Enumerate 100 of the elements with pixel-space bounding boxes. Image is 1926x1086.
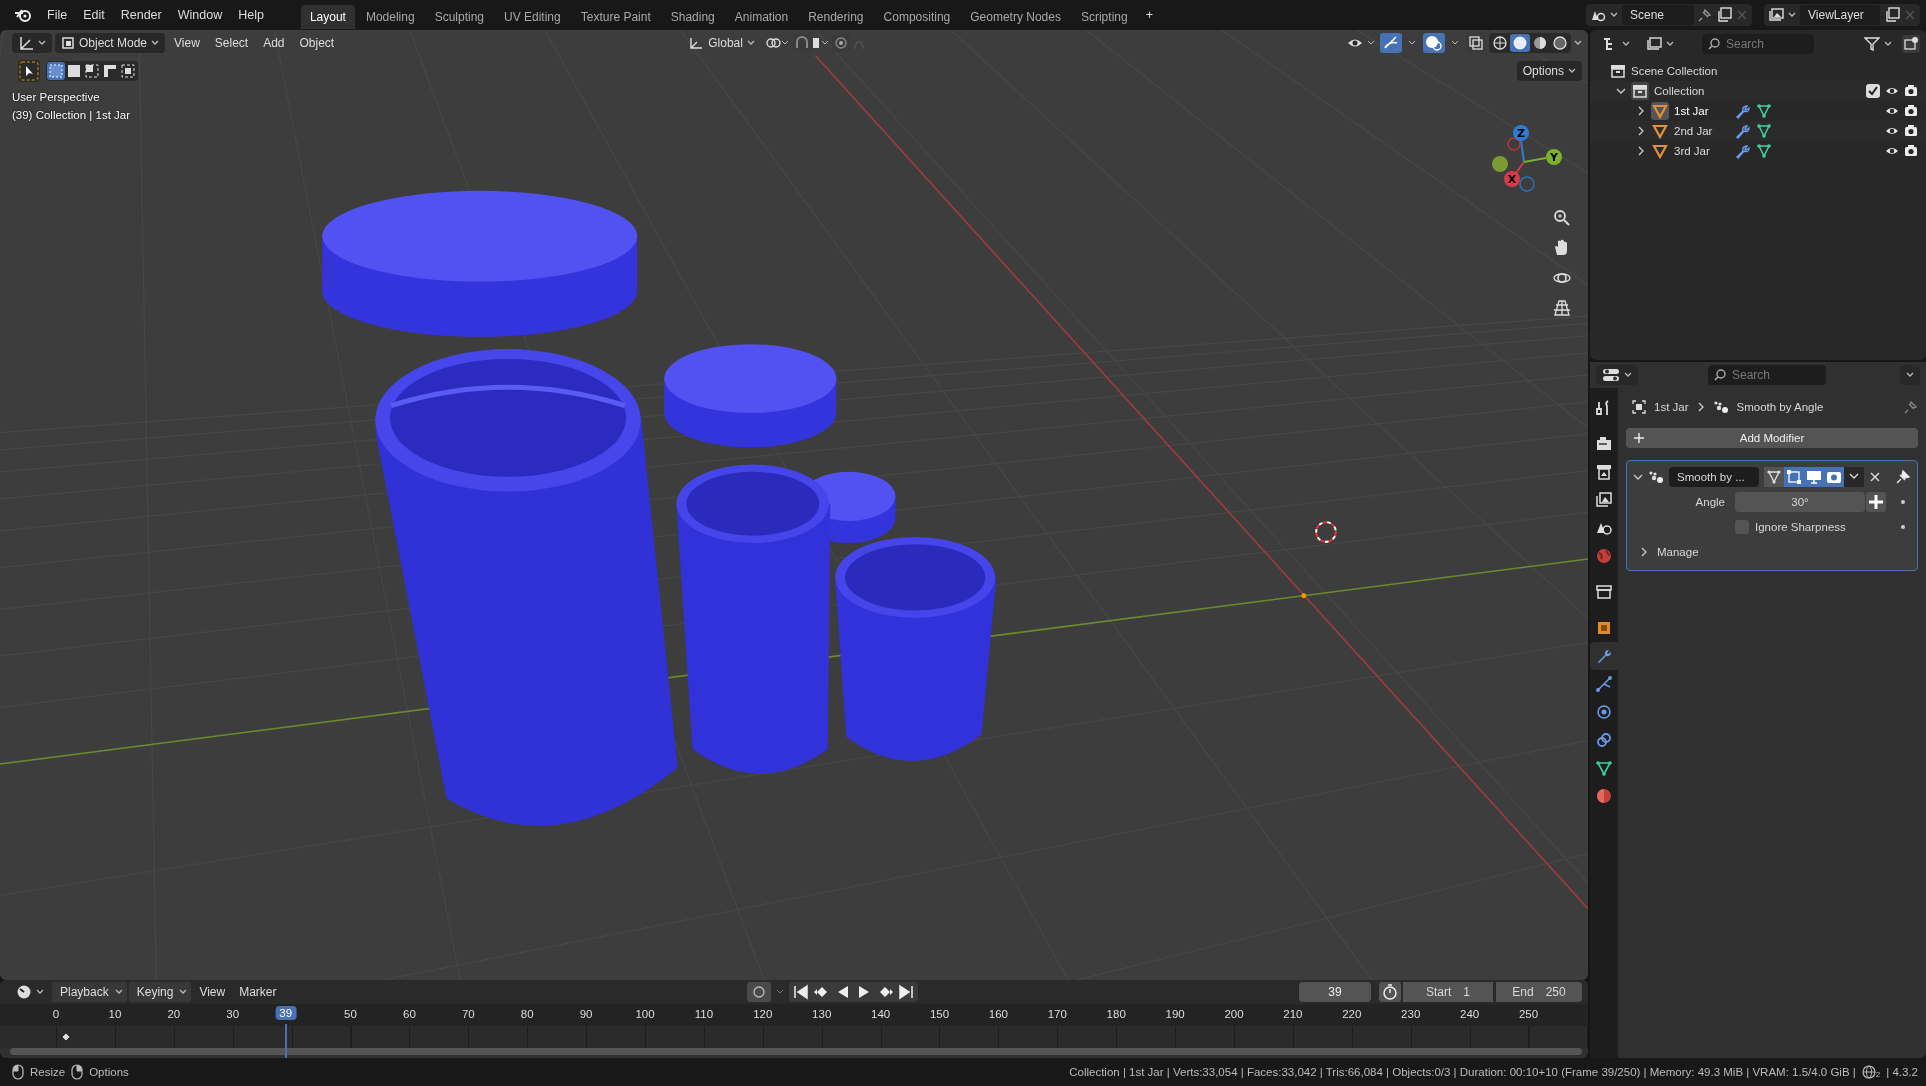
caret-icon[interactable] — [1849, 473, 1859, 481]
sphere-icon[interactable] — [1595, 787, 1613, 805]
caret-icon[interactable] — [1624, 372, 1632, 378]
mode-dropdown[interactable]: Object Mode — [55, 33, 165, 53]
object-type-icon[interactable] — [1651, 102, 1669, 120]
camera-icon[interactable] — [1904, 104, 1918, 118]
gizmo-axis-line[interactable] — [1520, 140, 1525, 163]
menu-item[interactable]: Help — [231, 5, 271, 25]
workspace-tab[interactable]: Texture Paint — [571, 5, 660, 29]
object-label[interactable]: 3rd Jar — [1674, 145, 1730, 157]
orientation-dropdown[interactable]: Global — [682, 33, 761, 53]
object-type-icon[interactable] — [1651, 142, 1669, 160]
scene-selector[interactable]: Scene — [1586, 4, 1752, 26]
editor-type-button[interactable] — [1596, 365, 1638, 385]
caret-icon[interactable] — [1574, 40, 1582, 46]
workspace-tab[interactable]: Shading — [661, 5, 724, 29]
orbit-icon[interactable] — [1595, 703, 1613, 721]
axis-handle[interactable]: X — [1504, 171, 1520, 187]
options-dropdown[interactable]: Options — [1516, 61, 1582, 81]
workspace-tab[interactable]: Compositing — [874, 5, 960, 29]
axis-handle[interactable] — [1507, 137, 1521, 151]
mesh-data-icon[interactable] — [1756, 103, 1772, 119]
box-icon[interactable] — [1595, 583, 1613, 601]
object-type-icon[interactable] — [1651, 122, 1669, 140]
shading-mode-button[interactable] — [1550, 34, 1570, 52]
end-frame-field[interactable]: End 250 — [1496, 982, 1582, 1002]
particles-icon[interactable] — [1595, 675, 1613, 693]
pin-icon[interactable] — [1698, 8, 1712, 22]
mesh-data-icon[interactable] — [1756, 143, 1772, 159]
wrench-tab[interactable] — [1590, 642, 1618, 670]
wrench-icon[interactable] — [1735, 123, 1751, 139]
caret-icon[interactable] — [179, 989, 188, 995]
menu-item[interactable]: Add — [257, 33, 291, 53]
scene-field[interactable]: Scene — [1622, 5, 1694, 25]
pivot-icon[interactable] — [763, 35, 790, 51]
menu-item[interactable]: View — [168, 33, 206, 53]
mesh-data-icon[interactable] — [1766, 469, 1782, 485]
printer-icon[interactable] — [1595, 463, 1613, 481]
workspace-tab[interactable]: Modeling — [356, 5, 424, 29]
caret-icon[interactable] — [114, 989, 123, 995]
perspective-grid-icon[interactable] — [1552, 298, 1572, 318]
animate-dot[interactable] — [1901, 499, 1905, 504]
caret-icon[interactable] — [36, 989, 44, 995]
search-field[interactable]: Search — [1708, 365, 1826, 385]
checkbox-label[interactable]: Ignore Sharpness — [1755, 520, 1846, 533]
subpanel-header[interactable]: Manage — [1657, 545, 1699, 558]
image-stack-icon[interactable] — [1595, 491, 1613, 509]
add-modifier-button[interactable]: Add Modifier — [1626, 428, 1918, 448]
workspace-tab[interactable]: Layout — [300, 5, 355, 29]
playhead-frame-label[interactable]: 39 — [275, 1006, 297, 1020]
duplicate-icon[interactable] — [1716, 7, 1732, 23]
caret-icon[interactable] — [1568, 68, 1576, 74]
workspace-tab[interactable]: UV Editing — [495, 5, 570, 29]
menu-item[interactable]: Window — [170, 5, 230, 25]
menu-item[interactable]: View — [193, 982, 232, 1002]
new-collection-icon[interactable] — [1902, 35, 1920, 53]
wrench-icon[interactable] — [1735, 103, 1751, 119]
menu-dropdown[interactable]: Keying — [128, 982, 192, 1002]
jump-end-icon[interactable] — [896, 983, 915, 1001]
view-layer-selector[interactable]: ViewLayer — [1764, 4, 1920, 26]
select-tool-button[interactable] — [18, 60, 40, 82]
duplicate-icon[interactable] — [1884, 7, 1900, 23]
editor-type-button[interactable] — [12, 33, 52, 53]
workspace-tab[interactable]: Sculpting — [425, 5, 493, 29]
add-workspace-button[interactable]: + — [1138, 5, 1160, 25]
angle-field[interactable]: 30° — [1735, 491, 1865, 512]
current-frame-field[interactable]: 39 — [1299, 982, 1371, 1002]
collection-label[interactable]: Collection — [1654, 85, 1705, 97]
object-label[interactable]: 2nd Jar — [1674, 125, 1730, 137]
camera-icon[interactable] — [1904, 84, 1918, 98]
stopwatch-icon[interactable] — [1379, 982, 1401, 1002]
link-icon[interactable] — [1595, 731, 1613, 749]
caret-icon[interactable] — [1906, 372, 1914, 378]
keyframe-toggle-icon[interactable] — [1866, 491, 1886, 512]
menu-item[interactable]: Select — [208, 33, 255, 53]
axis-handle[interactable]: Z — [1513, 125, 1529, 141]
app-logo-icon[interactable] — [14, 7, 32, 23]
camera-back-icon[interactable] — [1595, 435, 1613, 453]
axis-handle[interactable]: Y — [1546, 149, 1562, 165]
zoom-icon[interactable] — [1552, 208, 1572, 228]
breadcrumb-item[interactable]: 1st Jar — [1654, 401, 1689, 413]
workspace-tab[interactable]: Geometry Nodes — [961, 5, 1070, 29]
breadcrumb-item[interactable]: Smooth by Angle — [1736, 401, 1824, 413]
shading-mode-button[interactable] — [1490, 34, 1510, 52]
exclude-checkbox[interactable] — [1866, 84, 1880, 98]
workspace-tab[interactable]: Scripting — [1071, 5, 1137, 29]
caret-icon[interactable] — [38, 40, 46, 46]
menu-item[interactable]: Object — [293, 33, 341, 53]
caret-icon[interactable] — [1666, 41, 1674, 47]
render-toggle[interactable] — [1824, 467, 1844, 487]
start-frame-field[interactable]: Start 1 — [1403, 982, 1493, 1002]
timeline-scrollbar[interactable] — [10, 1048, 1582, 1055]
caret-icon[interactable] — [1622, 41, 1630, 47]
mesh-data-icon[interactable] — [1756, 123, 1772, 139]
selection-mode-button[interactable] — [65, 62, 83, 80]
menu-item[interactable]: Render — [113, 5, 169, 25]
axis-handle[interactable] — [1519, 176, 1535, 192]
menu-item[interactable]: File — [40, 5, 75, 25]
shading-mode-button[interactable] — [1510, 34, 1530, 52]
collection-label[interactable]: Scene Collection — [1631, 65, 1718, 77]
